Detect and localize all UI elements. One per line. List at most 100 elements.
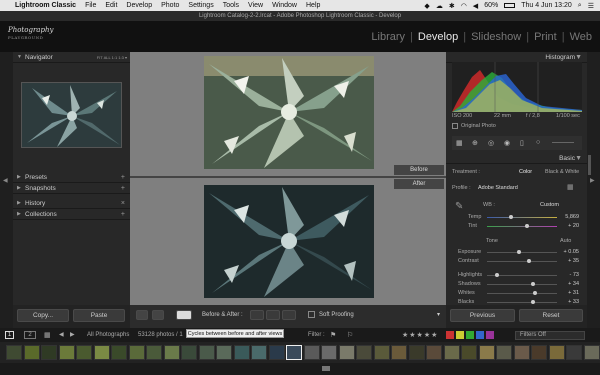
- before-after-mode-icon[interactable]: [176, 310, 192, 320]
- clear-history-icon[interactable]: ×: [121, 198, 125, 209]
- color-label-blue[interactable]: [476, 331, 484, 339]
- filmstrip-scrollbar[interactable]: [0, 363, 600, 375]
- menu-help[interactable]: Help: [306, 2, 320, 9]
- filmstrip-thumb[interactable]: [6, 345, 22, 360]
- navigator-header[interactable]: ▼ Navigator FIT ALL 1:1 1:3 ▾: [13, 52, 130, 63]
- tint-slider[interactable]: [487, 226, 557, 227]
- navigator-zoom-options[interactable]: FIT ALL 1:1 1:3 ▾: [97, 52, 127, 63]
- wb-dropdown[interactable]: Custom: [540, 202, 559, 208]
- menu-edit[interactable]: Edit: [105, 2, 117, 9]
- filmstrip-thumb-selected[interactable]: [286, 345, 302, 360]
- whites-slider[interactable]: [487, 293, 557, 294]
- color-label-red[interactable]: [446, 331, 454, 339]
- filmstrip-thumb[interactable]: [461, 345, 477, 360]
- exposure-slider[interactable]: [487, 252, 557, 253]
- collections-panel-header[interactable]: ▶ Collections +: [13, 209, 130, 220]
- bluetooth-icon[interactable]: ✱: [449, 2, 455, 10]
- monitor-2-button[interactable]: 2: [24, 331, 36, 339]
- rating-filter-stars[interactable]: ★★★★★: [402, 331, 438, 339]
- filmstrip-thumb[interactable]: [198, 345, 215, 360]
- filmstrip-thumb[interactable]: [76, 345, 92, 360]
- loupe-view-icon[interactable]: [136, 310, 148, 320]
- treatment-color-option[interactable]: Color: [519, 169, 532, 175]
- blacks-slider[interactable]: [487, 302, 557, 303]
- back-arrow-icon[interactable]: ◀: [59, 331, 64, 338]
- contrast-value[interactable]: + 35: [557, 258, 579, 264]
- contrast-slider[interactable]: [487, 261, 557, 262]
- menu-photo[interactable]: Photo: [161, 2, 179, 9]
- menu-settings[interactable]: Settings: [188, 2, 213, 9]
- shadows-slider[interactable]: [487, 284, 557, 285]
- filmstrip-thumb[interactable]: [548, 345, 565, 360]
- presets-panel-header[interactable]: ▶ Presets +: [13, 172, 130, 183]
- eyedropper-icon[interactable]: ✎: [455, 201, 463, 212]
- shadows-value[interactable]: + 34: [557, 281, 579, 287]
- filmstrip-thumb[interactable]: [426, 345, 442, 360]
- expand-icon[interactable]: ▶: [17, 198, 21, 209]
- filmstrip-thumb[interactable]: [321, 345, 337, 360]
- auto-tone-button[interactable]: Auto: [560, 238, 571, 244]
- blacks-slider-knob[interactable]: [531, 300, 535, 304]
- color-label-purple[interactable]: [486, 331, 494, 339]
- paste-settings-button[interactable]: Paste: [73, 309, 125, 322]
- expand-icon[interactable]: ▶: [17, 209, 21, 220]
- menu-file[interactable]: File: [85, 2, 96, 9]
- right-arrow-icon[interactable]: ▶: [590, 177, 595, 184]
- source-label[interactable]: All Photographs: [87, 332, 129, 338]
- filmstrip-thumb[interactable]: [408, 345, 425, 360]
- volume-icon[interactable]: ◀: [473, 2, 478, 10]
- filmstrip-thumb[interactable]: [128, 345, 145, 360]
- treatment-bw-option[interactable]: Black & White: [545, 169, 579, 175]
- filmstrip-thumb[interactable]: [111, 345, 127, 360]
- whites-slider-knob[interactable]: [533, 291, 537, 295]
- grid-tool-icon[interactable]: ▦: [456, 139, 463, 147]
- module-slideshow[interactable]: Slideshow: [471, 31, 521, 43]
- filmstrip-thumb[interactable]: [513, 345, 530, 360]
- spot-removal-icon[interactable]: ◎: [488, 139, 494, 147]
- reject-filter-icon[interactable]: ⚐: [347, 331, 353, 339]
- filmstrip-thumb[interactable]: [303, 345, 320, 360]
- reset-button[interactable]: Reset: [519, 309, 583, 322]
- tint-value[interactable]: + 20: [557, 223, 579, 229]
- filmstrip-thumb[interactable]: [478, 345, 495, 360]
- flag-filter-icon[interactable]: ⚑: [330, 331, 336, 339]
- compare-view-icon[interactable]: [152, 310, 164, 320]
- filmstrip-thumb[interactable]: [23, 345, 40, 360]
- basic-panel-header[interactable]: Basic ▼: [446, 153, 587, 164]
- filmstrip-thumb[interactable]: [531, 345, 547, 360]
- menu-lightroom[interactable]: Lightroom Classic: [15, 2, 76, 9]
- filmstrip-thumb[interactable]: [93, 345, 110, 360]
- clock[interactable]: Thu 4 Jun 13:20: [521, 2, 572, 9]
- exposure-slider-knob[interactable]: [517, 250, 521, 254]
- right-panel-toggle[interactable]: ▶: [587, 52, 600, 328]
- add-preset-icon[interactable]: +: [121, 172, 125, 183]
- filmstrip-thumb[interactable]: [338, 345, 355, 360]
- radial-filter-icon[interactable]: ○: [536, 139, 540, 146]
- snapshots-panel-header[interactable]: ▶ Snapshots +: [13, 183, 130, 194]
- profile-dropdown[interactable]: Adobe Standard: [478, 185, 518, 191]
- filmstrip-thumb[interactable]: [583, 345, 600, 360]
- menu-list-icon[interactable]: ☰: [588, 2, 594, 10]
- menu-develop[interactable]: Develop: [126, 2, 152, 9]
- previous-button[interactable]: Previous: [450, 309, 515, 322]
- expand-icon[interactable]: ▶: [17, 172, 21, 183]
- filmstrip-thumb[interactable]: [443, 345, 460, 360]
- cloud-icon[interactable]: ☁: [436, 2, 443, 10]
- color-label-green[interactable]: [466, 331, 474, 339]
- filmstrip-thumb[interactable]: [181, 345, 197, 360]
- copy-before-to-after-icon[interactable]: [250, 310, 264, 320]
- left-panel-toggle[interactable]: ◀: [0, 52, 13, 328]
- toolbar-options-icon[interactable]: ▾: [437, 311, 440, 318]
- filmstrip-thumb[interactable]: [163, 345, 180, 360]
- module-develop[interactable]: Develop: [418, 31, 458, 43]
- navigator-preview[interactable]: [21, 82, 122, 148]
- exposure-value[interactable]: + 0.05: [557, 249, 579, 255]
- scrollbar-thumb[interactable]: [322, 366, 330, 371]
- temp-slider-knob[interactable]: [509, 215, 513, 219]
- contrast-slider-knob[interactable]: [527, 259, 531, 263]
- add-collection-icon[interactable]: +: [121, 209, 125, 220]
- dropbox-icon[interactable]: ◆: [424, 2, 429, 10]
- highlights-slider-knob[interactable]: [495, 273, 499, 277]
- add-snapshot-icon[interactable]: +: [121, 183, 125, 194]
- grid-view-icon[interactable]: ▦: [44, 331, 51, 339]
